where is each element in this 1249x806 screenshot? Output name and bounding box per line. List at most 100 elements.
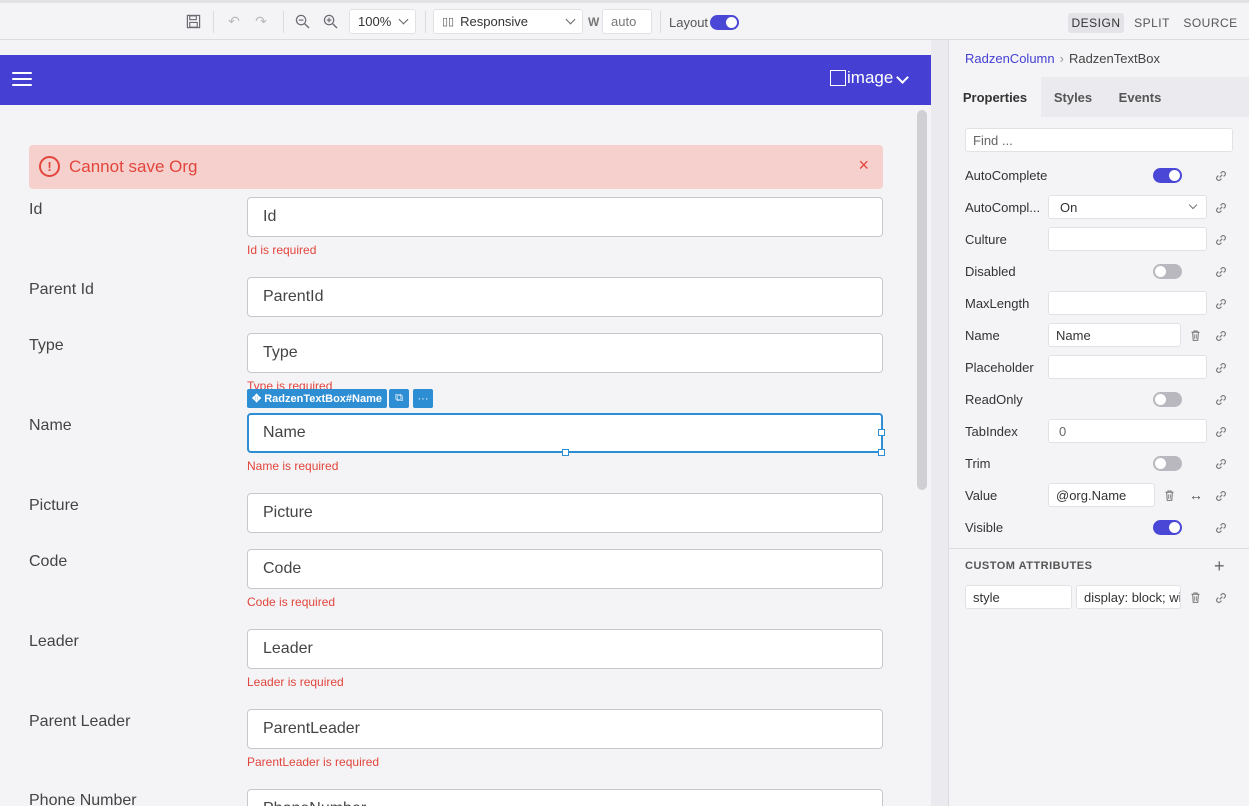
error-alert: ! Cannot save Org × — [29, 145, 883, 189]
readonly-toggle[interactable] — [1153, 392, 1182, 407]
chevron-right-icon: › — [1059, 51, 1064, 66]
properties-panel: RadzenColumn › RadzenTextBox Properties St… — [948, 40, 1249, 806]
designer-toolbar: ↶ ↷ 100% ▯▯ Responsive W auto Layout DES… — [0, 0, 1249, 40]
link-icon[interactable] — [1214, 521, 1228, 535]
responsive-icon: ▯▯ — [442, 16, 455, 28]
link-icon[interactable] — [1214, 489, 1228, 503]
id-input[interactable]: Id — [247, 197, 883, 237]
field-label-parent-id: Parent Id — [29, 281, 94, 298]
prop-label-autocomplete: AutoComplete — [965, 168, 1048, 183]
field-label-name: Name — [29, 417, 72, 434]
profile-image[interactable]: image — [830, 68, 893, 88]
design-mode-button[interactable]: DESIGN — [1068, 13, 1124, 33]
select-parent-icon[interactable]: ⧉ — [389, 389, 409, 408]
link-icon[interactable] — [1214, 425, 1228, 439]
close-icon[interactable]: × — [858, 155, 869, 176]
undo-icon[interactable]: ↶ — [225, 12, 243, 30]
prop-label-maxlength: MaxLength — [965, 296, 1030, 311]
trash-icon[interactable] — [1162, 488, 1176, 502]
type-input[interactable]: Type — [247, 333, 883, 373]
attribute-name-input[interactable]: style — [965, 585, 1072, 609]
prop-label-placeholder: Placeholder — [965, 360, 1034, 375]
zoom-select[interactable]: 100% — [349, 9, 416, 34]
visible-toggle[interactable] — [1153, 520, 1182, 535]
prop-label-value: Value — [965, 488, 998, 503]
resize-handle-bottom[interactable] — [562, 449, 569, 456]
autocomplete-toggle[interactable] — [1153, 168, 1182, 183]
split-mode-button[interactable]: SPLIT — [1131, 13, 1173, 33]
device-select[interactable]: ▯▯ Responsive — [433, 9, 583, 34]
link-icon[interactable] — [1214, 297, 1228, 311]
phone-number-input[interactable]: PhoneNumber — [247, 789, 883, 806]
name-input[interactable]: Name — [247, 413, 883, 453]
value-property-input[interactable]: @org.Name — [1048, 483, 1155, 507]
link-icon[interactable] — [1214, 329, 1228, 343]
name-property-input[interactable]: Name — [1048, 323, 1181, 347]
trash-icon[interactable] — [1188, 328, 1202, 342]
parent-id-input[interactable]: ParentId — [247, 277, 883, 317]
prop-label-disabled: Disabled — [965, 264, 1016, 279]
add-attribute-icon[interactable]: + — [1214, 556, 1225, 577]
maxlength-input[interactable] — [1048, 291, 1207, 315]
culture-input[interactable] — [1048, 227, 1207, 251]
field-label-picture: Picture — [29, 497, 79, 514]
link-icon[interactable] — [1214, 265, 1228, 279]
leader-error: Leader is required — [247, 675, 344, 689]
resize-handle-right[interactable] — [878, 429, 885, 436]
attribute-value-input[interactable]: display: block; wi — [1076, 585, 1181, 609]
panel-tabs: Properties Styles Events — [949, 77, 1249, 117]
placeholder-input[interactable] — [1048, 355, 1207, 379]
component-selection-tag[interactable]: ✥ RadzenTextBox#Name — [247, 389, 387, 408]
width-input[interactable]: auto — [602, 9, 652, 34]
canvas-edge — [931, 40, 948, 806]
property-search-input[interactable]: Find ... — [965, 128, 1233, 152]
link-icon[interactable] — [1214, 393, 1228, 407]
tab-styles[interactable]: Styles — [1041, 77, 1105, 117]
alert-circle-icon: ! — [39, 156, 60, 177]
alert-message: Cannot save Org — [69, 157, 198, 176]
resize-handle-corner[interactable] — [878, 449, 885, 456]
link-icon[interactable] — [1214, 233, 1228, 247]
tab-properties[interactable]: Properties — [949, 77, 1041, 117]
id-error: Id is required — [247, 243, 317, 257]
two-way-binding-icon[interactable]: ↔ — [1188, 487, 1204, 503]
field-label-parent-leader: Parent Leader — [29, 713, 131, 730]
link-icon[interactable] — [1214, 201, 1228, 215]
prop-label-culture: Culture — [965, 232, 1007, 247]
layout-toggle[interactable] — [710, 15, 739, 30]
parent-leader-input[interactable]: ParentLeader — [247, 709, 883, 749]
link-icon[interactable] — [1214, 361, 1228, 375]
chevron-down-icon[interactable] — [896, 71, 909, 84]
prop-label-trim: Trim — [965, 456, 991, 471]
chevron-down-icon — [1188, 200, 1198, 210]
canvas-scrollbar[interactable] — [917, 110, 927, 490]
link-icon[interactable] — [1214, 591, 1228, 605]
zoom-in-icon[interactable] — [321, 12, 339, 30]
chevron-down-icon — [398, 14, 409, 25]
custom-attributes-title: CUSTOM ATTRIBUTES — [965, 560, 1093, 572]
link-icon[interactable] — [1214, 169, 1228, 183]
leader-input[interactable]: Leader — [247, 629, 883, 669]
link-icon[interactable] — [1214, 457, 1228, 471]
hamburger-menu-icon[interactable] — [12, 72, 32, 88]
redo-icon[interactable]: ↷ — [252, 12, 270, 30]
name-error: Name is required — [247, 459, 339, 473]
more-options-button[interactable]: ··· — [413, 389, 433, 408]
trim-toggle[interactable] — [1153, 456, 1182, 471]
section-divider — [949, 548, 1249, 549]
disabled-toggle[interactable] — [1153, 264, 1182, 279]
zoom-out-icon[interactable] — [293, 12, 311, 30]
tab-events[interactable]: Events — [1105, 77, 1175, 117]
app-header: image — [0, 55, 931, 105]
picture-input[interactable]: Picture — [247, 493, 883, 533]
code-input[interactable]: Code — [247, 549, 883, 589]
source-mode-button[interactable]: SOURCE — [1183, 13, 1238, 33]
autocomplete-type-select[interactable]: On — [1048, 195, 1207, 219]
save-icon[interactable] — [184, 12, 202, 30]
breadcrumb-parent[interactable]: RadzenColumn — [965, 51, 1055, 66]
trash-icon[interactable] — [1188, 590, 1202, 604]
field-label-type: Type — [29, 337, 64, 354]
prop-label-tabindex: TabIndex — [965, 424, 1018, 439]
tabindex-input[interactable]: 0 — [1048, 419, 1207, 443]
prop-label-name: Name — [965, 328, 1000, 343]
